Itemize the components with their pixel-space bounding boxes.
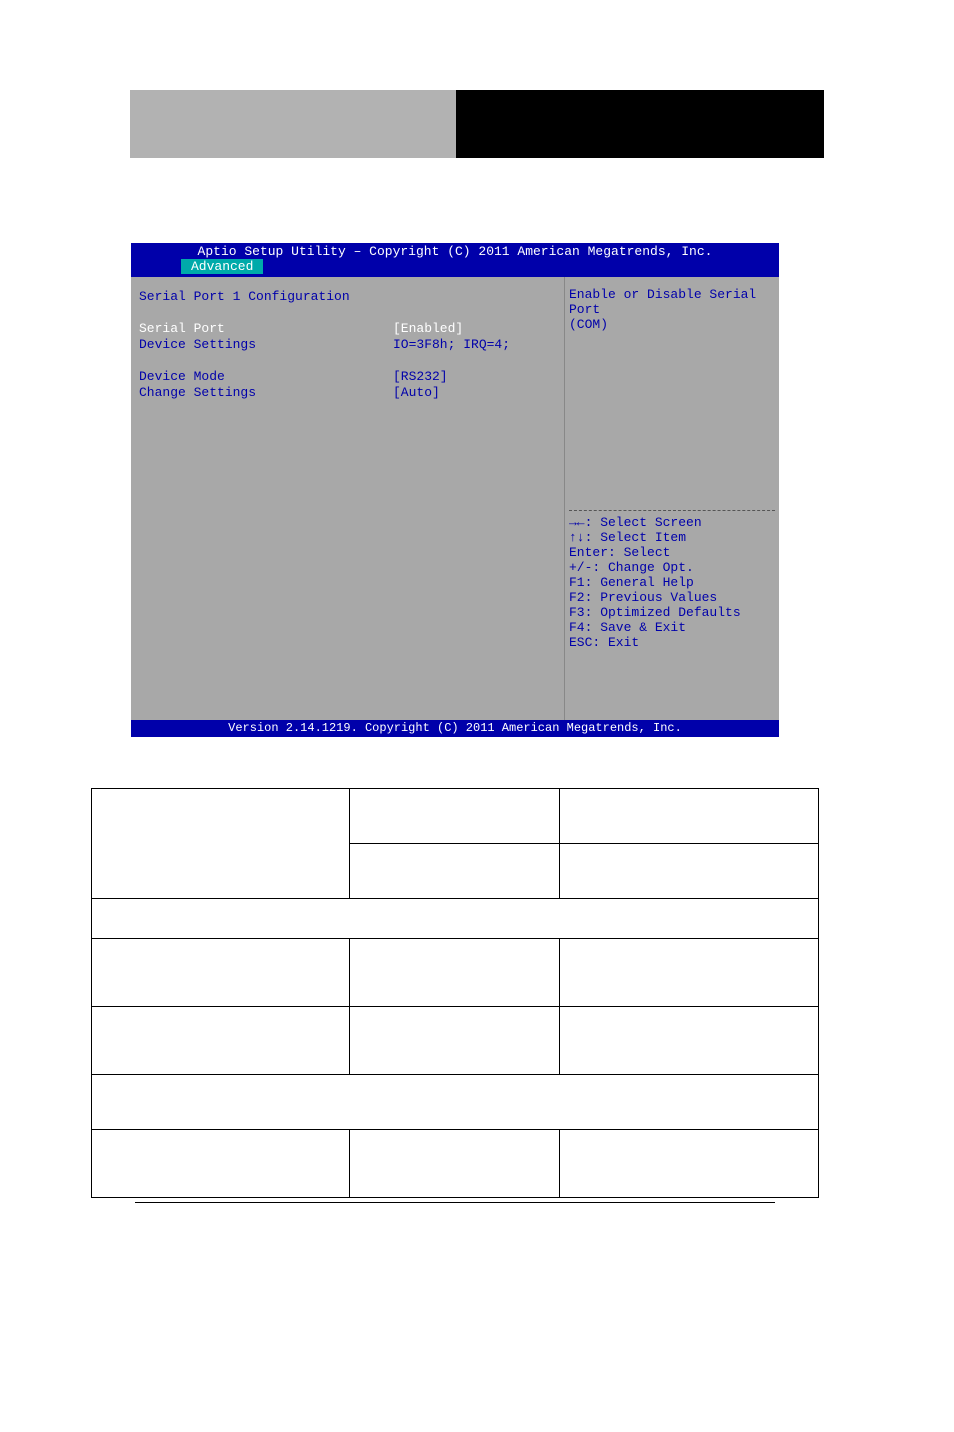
top-header-left — [130, 90, 456, 158]
help-key-f4: F4: Save & Exit — [569, 620, 775, 635]
table-section-row — [92, 1075, 819, 1130]
serial-port-row[interactable]: Serial Port [Enabled] — [139, 321, 556, 337]
bios-help-description: Enable or Disable Serial Port (COM) — [569, 287, 775, 506]
help-key-enter: Enter: Select — [569, 545, 775, 560]
help-key-f2: F2: Previous Values — [569, 590, 775, 605]
table-cell — [350, 939, 560, 1007]
device-mode-row[interactable]: Device Mode [RS232] — [139, 369, 556, 385]
section-title: Serial Port 1 Configuration — [139, 289, 556, 305]
change-settings-label: Change Settings — [139, 385, 393, 401]
device-mode-value: [RS232] — [393, 369, 448, 385]
change-settings-value: [Auto] — [393, 385, 440, 401]
device-settings-row: Device Settings IO=3F8h; IRQ=4; — [139, 337, 556, 353]
table-section-row — [92, 899, 819, 939]
table-cell — [92, 789, 350, 899]
table-cell — [92, 939, 350, 1007]
table-cell — [560, 789, 819, 844]
table-cell — [350, 789, 560, 844]
options-table — [91, 788, 819, 1198]
help-key-change-opt: +/-: Change Opt. — [569, 560, 775, 575]
help-key-f3: F3: Optimized Defaults — [569, 605, 775, 620]
serial-port-label: Serial Port — [139, 321, 393, 337]
device-mode-label: Device Mode — [139, 369, 393, 385]
bios-left-panel: Serial Port 1 Configuration Serial Port … — [131, 277, 565, 720]
bios-help-keys: →←: Select Screen ↑↓: Select Item Enter:… — [569, 515, 775, 710]
help-key-esc: ESC: Exit — [569, 635, 775, 650]
bios-tab-advanced[interactable]: Advanced — [181, 259, 263, 274]
bios-footer: Version 2.14.1219. Copyright (C) 2011 Am… — [131, 720, 779, 737]
help-key-select-screen: →←: Select Screen — [569, 515, 775, 530]
help-desc-1: Enable or Disable Serial Port — [569, 287, 775, 317]
help-key-select-item: ↑↓: Select Item — [569, 530, 775, 545]
table-cell — [350, 844, 560, 899]
device-settings-value: IO=3F8h; IRQ=4; — [393, 337, 510, 353]
bios-body: Serial Port 1 Configuration Serial Port … — [131, 277, 779, 720]
help-desc-2: (COM) — [569, 317, 775, 332]
bios-help-panel: Enable or Disable Serial Port (COM) →←: … — [565, 277, 779, 720]
bios-title-bar: Aptio Setup Utility – Copyright (C) 2011… — [131, 243, 779, 277]
table-cell — [92, 1007, 350, 1075]
bios-title: Aptio Setup Utility – Copyright (C) 2011… — [131, 244, 779, 259]
table-cell — [92, 1130, 350, 1198]
serial-port-value: [Enabled] — [393, 321, 463, 337]
table-cell — [560, 939, 819, 1007]
help-divider — [569, 510, 775, 511]
page-footer-rule — [135, 1202, 775, 1203]
top-header-bar — [130, 90, 824, 158]
change-settings-row[interactable]: Change Settings [Auto] — [139, 385, 556, 401]
top-header-right — [456, 90, 824, 158]
table-cell — [560, 844, 819, 899]
table-cell — [350, 1130, 560, 1198]
table-cell — [560, 1007, 819, 1075]
help-key-f1: F1: General Help — [569, 575, 775, 590]
table-cell — [560, 1130, 819, 1198]
device-settings-label: Device Settings — [139, 337, 393, 353]
bios-window: Aptio Setup Utility – Copyright (C) 2011… — [131, 243, 779, 737]
table-cell — [350, 1007, 560, 1075]
